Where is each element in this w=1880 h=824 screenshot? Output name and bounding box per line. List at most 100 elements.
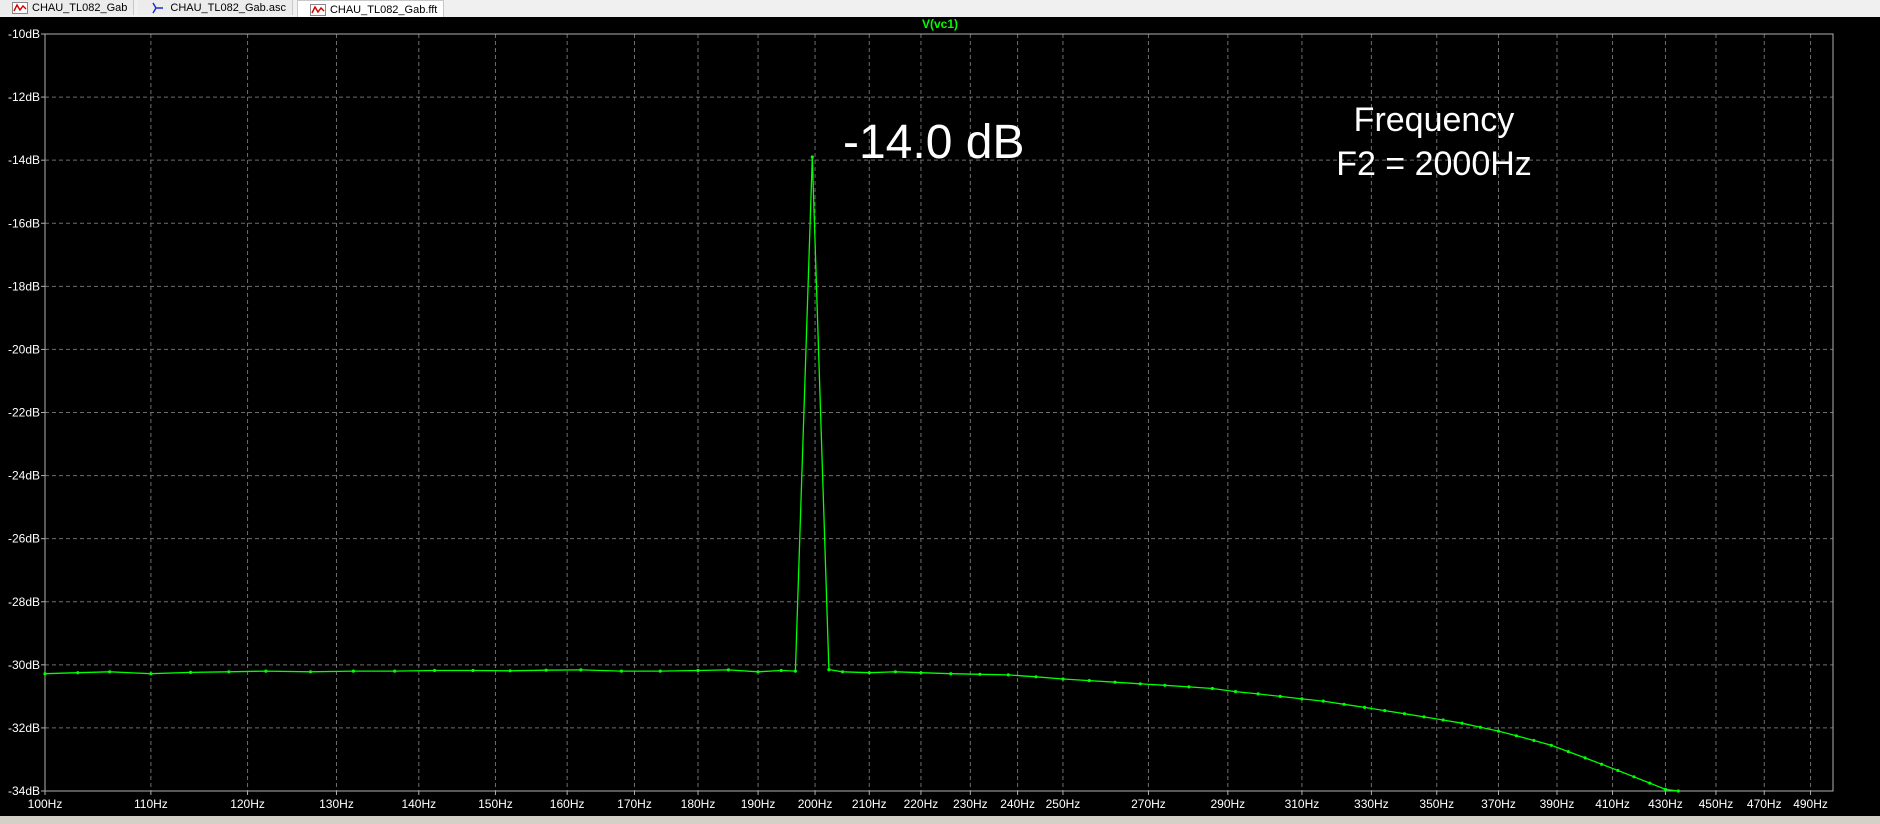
- x-tick-label: 490Hz: [1793, 797, 1828, 811]
- status-strip: [0, 816, 1880, 824]
- tab-chau-tl082-gab-asc[interactable]: CHAU_TL082_Gab.asc: [138, 0, 293, 15]
- trace-title[interactable]: V(vc1): [922, 17, 958, 31]
- y-tick-label: -20dB: [8, 342, 40, 356]
- data-point: [840, 670, 845, 674]
- data-point: [1300, 697, 1304, 701]
- x-tick-label: 430Hz: [1648, 797, 1683, 811]
- x-tick-label: 210Hz: [852, 797, 887, 811]
- data-point: [544, 668, 548, 672]
- data-point: [1006, 673, 1010, 677]
- data-point: [149, 672, 153, 676]
- data-point: [308, 670, 313, 674]
- y-tick-label: -10dB: [8, 27, 40, 41]
- data-point: [827, 668, 831, 672]
- data-point: [893, 670, 898, 674]
- tab-chau-tl082-gab[interactable]: CHAU_TL082_Gab: [0, 0, 135, 15]
- data-point: [1210, 686, 1214, 691]
- data-point: [1566, 750, 1570, 754]
- data-point: [1532, 738, 1536, 743]
- frequency-annotation-line2[interactable]: F2 = 2000Hz: [1336, 145, 1532, 183]
- x-tick-label: 240Hz: [1000, 797, 1035, 811]
- x-tick-label: 290Hz: [1210, 797, 1245, 811]
- x-tick-label: 310Hz: [1285, 797, 1320, 811]
- data-point: [1233, 690, 1238, 694]
- x-tick-label: 390Hz: [1540, 797, 1575, 811]
- data-point: [264, 669, 268, 673]
- data-point: [433, 668, 437, 673]
- data-point: [978, 672, 982, 676]
- data-point: [393, 669, 397, 673]
- data-point: [793, 669, 798, 673]
- x-tick-label: 470Hz: [1747, 797, 1782, 811]
- y-tick-label: -26dB: [8, 532, 40, 546]
- waveform-plot-pane[interactable]: -10dB -12dB -14dB -16dB -18dB -20dB -22dB -24dB…: [0, 17, 1880, 824]
- data-point: [1663, 787, 1667, 792]
- data-point: [779, 668, 783, 673]
- x-tick-label: 180Hz: [681, 797, 716, 811]
- data-point: [1478, 725, 1482, 729]
- fft-chart[interactable]: -10dB -12dB -14dB -16dB -18dB -20dB -22dB -24dB…: [0, 17, 1880, 817]
- data-point: [867, 671, 871, 675]
- data-point: [227, 670, 231, 674]
- data-point: [1514, 734, 1518, 738]
- x-tick-label: 450Hz: [1699, 797, 1734, 811]
- data-point: [1632, 775, 1636, 779]
- data-point: [43, 672, 47, 676]
- waveform-icon: [309, 3, 326, 16]
- data-point: [1496, 729, 1501, 733]
- x-tick-label: 170Hz: [617, 797, 652, 811]
- x-tick-label: 100Hz: [28, 797, 63, 811]
- data-point: [619, 669, 624, 673]
- tab-label: CHAU_TL082_Gab.asc: [170, 1, 286, 14]
- frequency-annotation-line1[interactable]: Frequency: [1354, 101, 1515, 139]
- x-tick-label: 230Hz: [953, 797, 988, 811]
- x-tick-label: 140Hz: [401, 797, 436, 811]
- data-point: [1187, 685, 1191, 689]
- peak-annotation[interactable]: -14.0 dB: [843, 116, 1024, 169]
- data-point: [658, 669, 662, 673]
- data-point: [471, 668, 475, 673]
- x-tick-label: 350Hz: [1419, 797, 1454, 811]
- data-point: [351, 669, 355, 673]
- x-tick-label: 250Hz: [1046, 797, 1081, 811]
- data-point: [1034, 675, 1038, 679]
- y-tick-label: -14dB: [8, 153, 40, 167]
- x-tick-label: 150Hz: [478, 797, 513, 811]
- tab-label: CHAU_TL082_Gab: [32, 1, 128, 14]
- y-tick-label: -32dB: [8, 721, 40, 735]
- data-point: [949, 672, 953, 676]
- y-tick-label: -30dB: [8, 658, 40, 672]
- x-tick-label: 200Hz: [798, 797, 833, 811]
- x-tick-label: 220Hz: [904, 797, 939, 811]
- series-line: [44, 156, 1679, 792]
- data-point: [76, 671, 80, 675]
- data-point: [1460, 721, 1464, 725]
- data-point: [1256, 692, 1260, 696]
- data-point: [1402, 712, 1407, 716]
- data-point: [1600, 762, 1604, 766]
- series-layer: [43, 155, 1680, 793]
- data-point: [1138, 682, 1142, 686]
- data-point: [1363, 705, 1367, 710]
- data-point: [1061, 677, 1065, 681]
- data-point: [1087, 679, 1091, 683]
- data-point: [579, 668, 583, 672]
- x-tick-label: 270Hz: [1131, 797, 1166, 811]
- data-point: [1321, 699, 1325, 703]
- data-point: [1648, 781, 1652, 785]
- x-tick-label: 190Hz: [741, 797, 776, 811]
- data-point: [726, 668, 731, 672]
- data-point: [108, 670, 112, 674]
- y-tick-label: -28dB: [8, 595, 40, 609]
- data-point: [1583, 756, 1587, 760]
- data-point: [508, 669, 512, 673]
- data-point: [919, 671, 923, 675]
- x-axis-ticks: 100Hz 110Hz 120Hz 130Hz 140Hz 150Hz 160Hz 170Hz…: [28, 791, 1828, 811]
- data-point: [1278, 694, 1282, 699]
- data-point: [1113, 680, 1117, 684]
- x-tick-label: 160Hz: [550, 797, 585, 811]
- tab-chau-tl082-gab-fft[interactable]: CHAU_TL082_Gab.fft: [296, 0, 445, 18]
- schematic-icon: [150, 2, 166, 14]
- x-tick-label: 120Hz: [230, 797, 265, 811]
- y-tick-label: -24dB: [8, 469, 40, 483]
